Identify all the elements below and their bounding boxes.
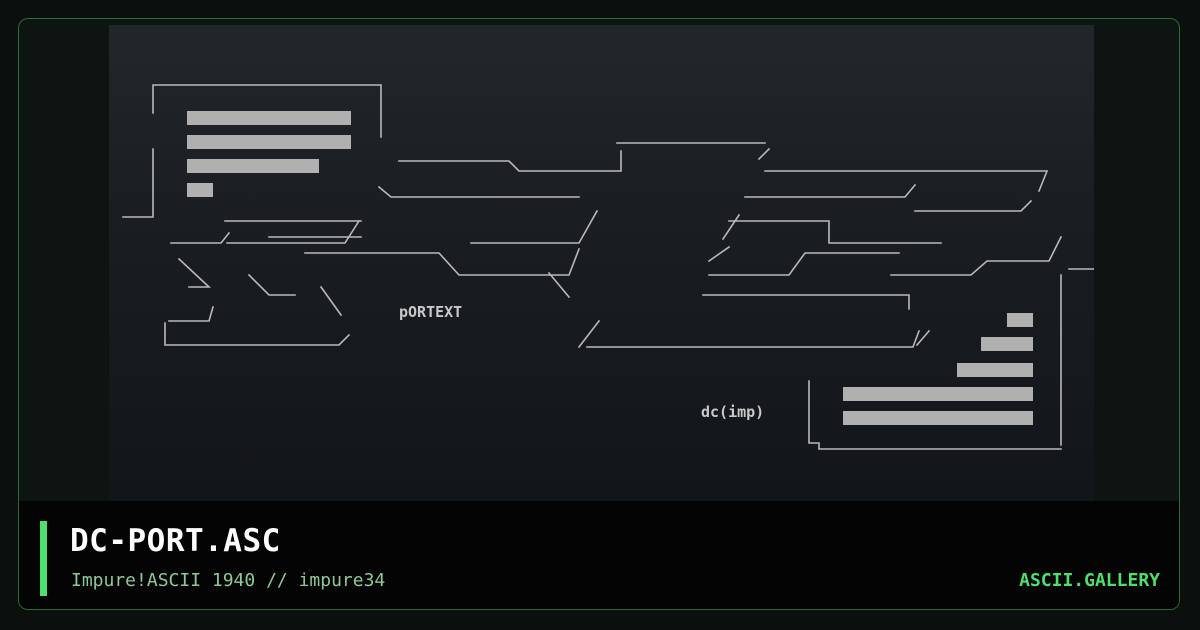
preview-card: pORTEXT dc(imp) DC-PORT.ASC Impure!ASCII… xyxy=(18,18,1180,610)
accent-bar xyxy=(40,521,47,596)
ascii-art-drawing: pORTEXT dc(imp) xyxy=(122,84,1094,450)
brand-label: ASCII.GALLERY xyxy=(1019,570,1160,591)
file-subtitle: Impure!ASCII 1940 // impure34 xyxy=(71,570,386,591)
art-label-left: pORTEXT xyxy=(399,303,462,321)
file-title: DC-PORT.ASC xyxy=(70,523,281,559)
card-footer: DC-PORT.ASC Impure!ASCII 1940 // impure3… xyxy=(19,501,1179,609)
ascii-art-image: pORTEXT dc(imp) xyxy=(109,25,1094,501)
art-label-right: dc(imp) xyxy=(701,403,764,421)
